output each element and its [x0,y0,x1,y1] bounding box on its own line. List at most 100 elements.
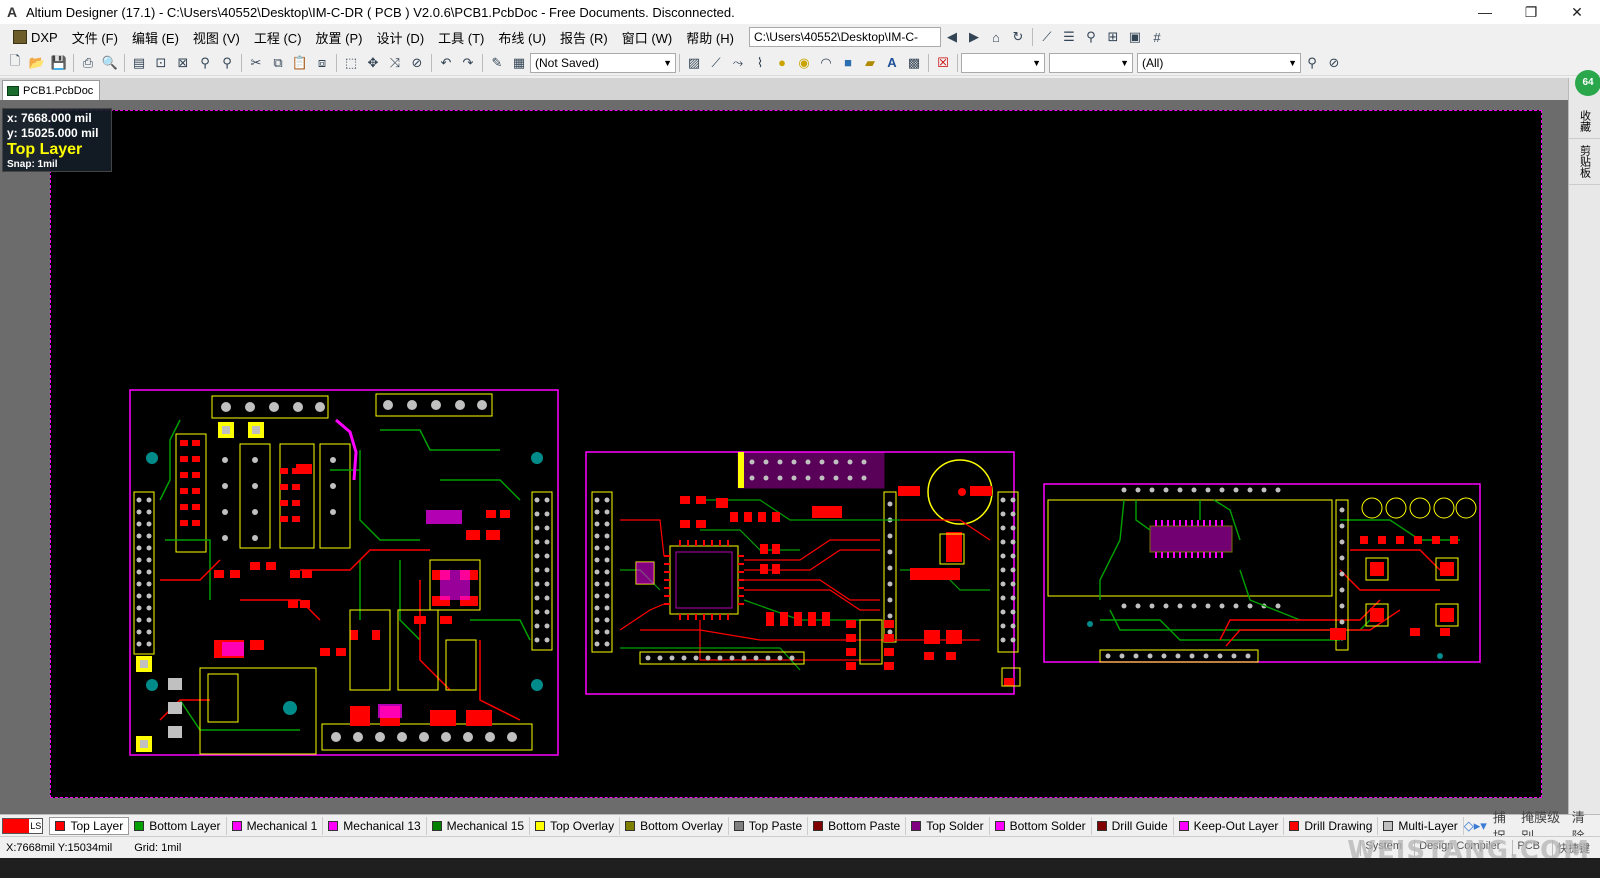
layer-tab-mechanical-13[interactable]: Mechanical 13 [323,816,427,835]
main-toolbar: 🗋 📂 💾 ⎙ 🔍 ▤ ⊡ ⊠ ⚲ ⚲ ✂ ⧉ 📋 ⧈ ⬚ ✥ ⤨ ⊘ ↶ ↷ … [0,50,1600,76]
fill-icon[interactable]: ■ [837,53,859,73]
menu-place[interactable]: 放置 (P) [309,28,370,47]
arrange-icon[interactable]: ⊞ [1102,27,1124,47]
maximize-button[interactable]: ❐ [1508,0,1554,24]
deselect-icon[interactable]: ⤨ [384,53,406,73]
panel-tab-favorites[interactable]: 收藏 [1569,104,1600,139]
layer-set-button[interactable]: LS [2,817,44,834]
undo-icon[interactable]: ↶ [435,53,457,73]
layer-tab-mechanical-1[interactable]: Mechanical 1 [227,816,324,835]
close-button[interactable]: ✕ [1554,0,1600,24]
layer-tab-top-paste[interactable]: Top Paste [729,816,809,835]
home-icon[interactable]: ⌂ [985,27,1007,47]
combo-blank-2[interactable]: ▼ [1049,52,1133,73]
menu-view[interactable]: 视图 (V) [186,28,247,47]
panel-tab-clipboard[interactable]: 剪贴板 [1569,139,1600,185]
layer-color-swatch [1289,820,1300,831]
print-preview-icon[interactable]: 🔍 [99,53,121,73]
zoom-fit-icon[interactable]: ⊡ [150,53,172,73]
via-icon[interactable]: ◉ [793,53,815,73]
layer-nav-icon[interactable]: ◇▸▾ [1464,818,1487,834]
filter-icon[interactable]: ⚲ [216,53,238,73]
layer-tab-top-overlay[interactable]: Top Overlay [530,816,621,835]
back-icon[interactable]: ◀ [941,27,963,47]
align-icon[interactable]: ☰ [1058,27,1080,47]
print-icon[interactable]: ⎙ [77,53,99,73]
cross-probe-icon[interactable]: ✎ [486,53,508,73]
layer-tab-label: Bottom Paste [828,818,901,833]
paste-icon[interactable]: 📋 [289,53,311,73]
arc-icon[interactable]: ◠ [815,53,837,73]
menu-route[interactable]: 布线 (U) [491,28,553,47]
multi-route-icon[interactable]: ⤳ [727,53,749,73]
layer-tab-mechanical-15[interactable]: Mechanical 15 [427,816,531,835]
save-icon[interactable]: 💾 [48,53,70,73]
layer-color-swatch [994,820,1005,831]
layer-tab-top-layer[interactable]: Top Layer [49,816,130,835]
cut-icon[interactable]: ✂ [245,53,267,73]
layer-tab-drill-drawing[interactable]: Drill Drawing [1284,816,1379,835]
filter-combo[interactable]: (All) ▼ [1137,52,1301,73]
apply-filter-icon[interactable]: ⚲ [1301,53,1323,73]
interactive-route-icon[interactable]: ▨ [683,53,705,73]
layer-color-swatch [1096,820,1107,831]
layer-tab-bottom-overlay[interactable]: Bottom Overlay [620,816,729,835]
layer-tab-multi-layer[interactable]: Multi-Layer [1378,816,1464,835]
path-combo[interactable]: C:\Users\40552\Desktop\IM-C- [748,27,941,47]
clear-icon[interactable]: ☒ [932,53,954,73]
grid-icon[interactable]: # [1146,27,1168,47]
menu-tools[interactable]: 工具 (T) [431,28,491,47]
tab-pcb1-label: PCB1.PcbDoc [23,84,94,97]
layer-tab-bottom-layer[interactable]: Bottom Layer [129,816,227,835]
refresh-icon[interactable]: ↻ [1007,27,1029,47]
tune-length-icon[interactable]: ⌇ [749,53,771,73]
interactive-route-icon[interactable]: ⟋ [1036,27,1058,47]
menu-file[interactable]: 文件 (F) [65,28,125,47]
room-icon[interactable]: ▣ [1124,27,1146,47]
layer-tab-keep-out-layer[interactable]: Keep-Out Layer [1174,816,1285,835]
browse-icon[interactable]: ▦ [508,53,530,73]
layer-tab-drill-guide[interactable]: Drill Guide [1092,816,1174,835]
rubber-stamp-icon[interactable]: ⧈ [311,53,333,73]
component-icon[interactable]: ▩ [903,53,925,73]
notification-badge[interactable]: 64 [1575,70,1600,96]
zoom-area-icon[interactable]: ⊠ [172,53,194,73]
pcb-workspace[interactable]: x: 7668.000 mil y: 15025.000 mil Top Lay… [0,100,1568,814]
combo-blank-1[interactable]: ▼ [961,52,1045,73]
zoom-selected-icon[interactable]: ⚲ [194,53,216,73]
clear-filter-icon[interactable]: ⊘ [1323,53,1345,73]
separator [241,53,242,72]
new-file-icon[interactable]: 🗋 [4,53,26,73]
layer-color-swatch [328,820,339,831]
forward-icon[interactable]: ▶ [963,27,985,47]
menu-project[interactable]: 工程 (C) [247,28,309,47]
layer-tab-top-solder[interactable]: Top Solder [906,816,990,835]
pcb-canvas[interactable] [0,100,1568,814]
pad-icon[interactable]: ● [771,53,793,73]
minimize-button[interactable]: — [1462,0,1508,24]
copy-icon[interactable]: ⧉ [267,53,289,73]
variant-combo[interactable]: (Not Saved) ▼ [530,52,676,73]
open-file-icon[interactable]: 📂 [26,53,48,73]
find-similar-icon[interactable]: ⚲ [1080,27,1102,47]
polygon-icon[interactable]: ▰ [859,53,881,73]
menu-design[interactable]: 设计 (D) [369,28,431,47]
menu-edit[interactable]: 编辑 (E) [125,28,186,47]
diff-pair-route-icon[interactable]: ⟋ [705,53,727,73]
menu-help[interactable]: 帮助 (H) [679,28,741,47]
tab-pcb1[interactable]: PCB1.PcbDoc [2,80,101,100]
menu-window[interactable]: 窗口 (W) [615,28,680,47]
clear-filter-icon[interactable]: ⊘ [406,53,428,73]
select-area-icon[interactable]: ⬚ [340,53,362,73]
layer-tab-label: Mechanical 15 [446,818,525,833]
menu-dxp[interactable]: DXP [6,30,65,45]
move-icon[interactable]: ✥ [362,53,384,73]
string-icon[interactable]: A [881,53,903,73]
layer-tab-bottom-solder[interactable]: Bottom Solder [990,816,1092,835]
menu-dxp-label: DXP [31,29,58,45]
layer-color-swatch [535,820,546,831]
menu-reports[interactable]: 报告 (R) [553,28,615,47]
open-project-icon[interactable]: ▤ [128,53,150,73]
layer-tab-bottom-paste[interactable]: Bottom Paste [808,816,907,835]
redo-icon[interactable]: ↷ [457,53,479,73]
